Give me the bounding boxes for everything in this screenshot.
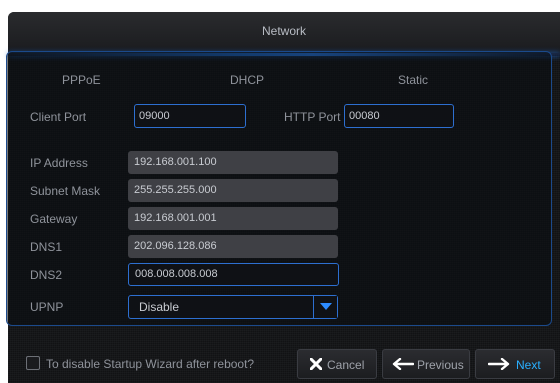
mode-pppoe[interactable]: PPPoE xyxy=(62,73,101,87)
ip-address-label: IP Address xyxy=(30,156,88,170)
chevron-down-icon xyxy=(320,303,332,310)
arrow-left-icon xyxy=(392,358,414,370)
gateway-label: Gateway xyxy=(30,212,78,226)
http-port-input[interactable]: 00080 xyxy=(344,104,454,128)
upnp-selected-value: Disable xyxy=(139,300,180,314)
dropdown-toggle[interactable] xyxy=(313,296,337,318)
dns1-field: 202.096.128.086 xyxy=(128,235,338,258)
next-button[interactable]: Next xyxy=(475,349,555,379)
title-bar: Network xyxy=(8,12,560,56)
client-port-input[interactable]: 09000 xyxy=(134,104,246,128)
window-title: Network xyxy=(261,24,306,38)
previous-button-label: Previous xyxy=(417,358,464,372)
mode-static[interactable]: Static xyxy=(398,73,428,87)
client-port-label: Client Port xyxy=(30,110,87,124)
disable-wizard-checkbox[interactable] xyxy=(26,356,40,370)
previous-button[interactable]: Previous xyxy=(382,349,470,379)
upnp-select[interactable]: Disable xyxy=(128,295,338,319)
dns1-label: DNS1 xyxy=(30,240,63,254)
disable-wizard-label: To disable Startup Wizard after reboot? xyxy=(46,357,255,371)
arrow-right-icon xyxy=(488,358,510,370)
dns2-label: DNS2 xyxy=(30,268,63,282)
subnet-mask-field: 255.255.255.000 xyxy=(128,179,338,202)
mode-dhcp[interactable]: DHCP xyxy=(230,73,264,87)
subnet-mask-label: Subnet Mask xyxy=(30,184,101,198)
http-port-label: HTTP Port xyxy=(284,110,341,124)
upnp-label: UPNP xyxy=(30,300,64,314)
next-button-label: Next xyxy=(516,358,541,372)
dns2-input[interactable]: 008.008.008.008 xyxy=(128,263,339,286)
ip-address-field: 192.168.001.100 xyxy=(128,151,338,174)
gateway-field: 192.168.001.001 xyxy=(128,207,338,230)
cancel-button-label: Cancel xyxy=(327,358,365,372)
x-icon xyxy=(310,358,322,370)
cancel-button[interactable]: Cancel xyxy=(297,349,377,379)
